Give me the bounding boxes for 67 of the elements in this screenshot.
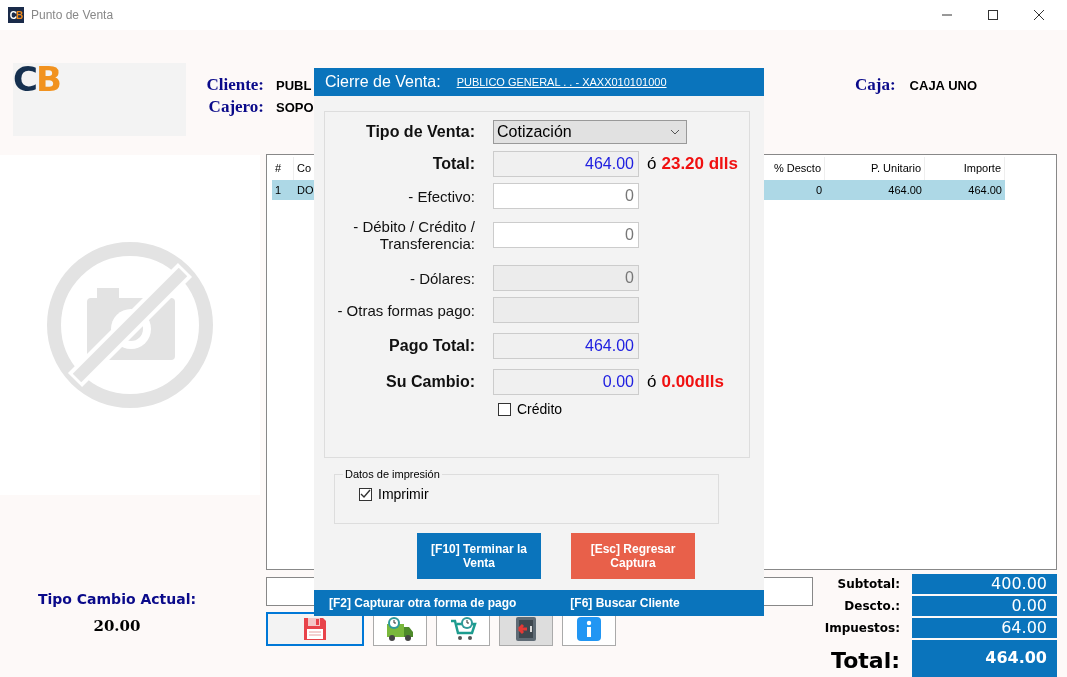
checkbox[interactable] (359, 487, 372, 501)
field-value: PUBL (276, 78, 312, 93)
total-value: 0.00 (912, 596, 1057, 616)
no-image-icon (45, 240, 215, 410)
field-label: Total: (431, 155, 475, 173)
shopping-cart-icon (449, 615, 477, 643)
amount-field[interactable]: 0 (493, 183, 639, 209)
or-label: ó (647, 372, 657, 392)
save-button[interactable] (266, 612, 364, 646)
amount-field[interactable]: 0.00 (493, 369, 639, 395)
field-label: - Dólares: (408, 269, 475, 287)
column-header: # (275, 162, 282, 174)
group-title: Datos de impresión (344, 468, 441, 480)
amount-field[interactable]: 464.00 (493, 151, 639, 177)
client-link[interactable]: PUBLICO GENERAL . . - XAXX010101000 (456, 76, 667, 88)
exchange-rate-label: Tipo Cambio Actual: (37, 591, 197, 607)
delivery-truck-icon (385, 615, 415, 643)
table-cell: 0 (815, 184, 822, 196)
table-cell: 1 (275, 184, 282, 196)
field-label: Caja: (855, 75, 896, 95)
or-label: ó (647, 154, 657, 174)
field-label: Su Cambio: (385, 373, 475, 391)
column-header: Co (297, 162, 312, 174)
column-header: % Descto (773, 162, 821, 174)
amount-field[interactable]: 0 (493, 222, 639, 248)
app-icon: CB (8, 7, 24, 23)
field-label: Pago Total: (388, 337, 475, 355)
close-icon[interactable] (1033, 9, 1045, 21)
total-label: Total: (830, 646, 901, 675)
column-header: Importe (963, 162, 1001, 174)
field-value: CAJA UNO (909, 78, 978, 93)
field-label: - Débito / Crédito / Transferencia: (352, 218, 475, 252)
exit-door-icon (513, 615, 539, 643)
field-value: SOPO (276, 100, 314, 115)
shortcut-link[interactable]: [F2] Capturar otra forma de pago (329, 596, 517, 610)
maximize-icon[interactable] (987, 9, 999, 21)
field-label: - Efectivo: (407, 187, 475, 205)
dialog-title: Cierre de Venta: (325, 73, 441, 91)
table-cell: 464.00 (888, 184, 922, 196)
field-label: Cajero: (207, 97, 264, 117)
dollar-amount: 23.20 dlls (661, 154, 739, 174)
shortcut-link[interactable]: [F6] Buscar Cliente (570, 596, 680, 610)
total-value: 400.00 (912, 574, 1057, 594)
checkbox-label[interactable]: Imprimir (378, 486, 429, 502)
field-label: Cliente: (205, 75, 264, 95)
window-title: Punto de Venta (31, 8, 114, 22)
total-label: Subtotal: (836, 576, 901, 593)
checkbox-label[interactable]: Crédito (517, 401, 563, 417)
column-header: P. Unitario (871, 162, 921, 174)
total-value: 64.00 (912, 618, 1057, 638)
chevron-down-icon (670, 129, 680, 135)
info-icon (576, 616, 602, 642)
field-label: - Otras formas pago: (336, 301, 475, 319)
dollar-amount: 0.00dlls (661, 372, 724, 392)
finish-sale-button[interactable]: [F10] Terminar la Venta (417, 533, 541, 579)
exchange-rate-value: 20.00 (93, 617, 141, 635)
checkbox[interactable] (498, 402, 511, 416)
field-label: Tipo de Venta: (364, 123, 475, 141)
amount-field[interactable]: 464.00 (493, 333, 639, 359)
total-label: Descto.: (843, 598, 901, 615)
total-value: 464.00 (912, 640, 1057, 677)
logo: CB (13, 63, 60, 95)
back-button[interactable]: [Esc] Regresar Captura (571, 533, 695, 579)
total-label: Impuestos: (823, 620, 901, 637)
table-cell: 464.00 (968, 184, 1002, 196)
table-cell: DO (297, 184, 314, 196)
sale-type-dropdown[interactable]: Cotización (493, 120, 687, 144)
